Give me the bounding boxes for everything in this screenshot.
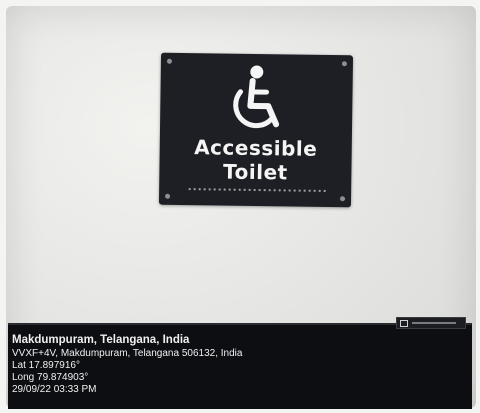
stamp-text-mark bbox=[412, 322, 456, 324]
geotag-latitude: Lat 17.897916° bbox=[12, 360, 80, 371]
gps-map-camera-icon bbox=[400, 319, 408, 327]
sign-text-line1: Accessible bbox=[194, 135, 318, 161]
geotag-longitude: Long 79.874903° bbox=[12, 372, 89, 383]
screw bbox=[340, 196, 346, 202]
braille-dots bbox=[187, 187, 328, 193]
geotag-overlay: Makdumpuram, Telangana, India VVXF+4V, M… bbox=[8, 317, 472, 409]
screw bbox=[165, 193, 171, 199]
geotag-place: Makdumpuram, Telangana, India bbox=[12, 334, 190, 346]
geotag-address: VVXF+4V, Makdumpuram, Telangana 506132, … bbox=[12, 348, 243, 359]
gps-map-camera-stamp bbox=[396, 317, 466, 329]
sign-text-line2: Toilet bbox=[222, 159, 288, 185]
accessible-toilet-sign: Accessible Toilet bbox=[158, 52, 354, 208]
screw bbox=[341, 61, 347, 67]
wheelchair-icon bbox=[233, 65, 280, 129]
screw bbox=[166, 58, 172, 64]
photo: Accessible Toilet Makdumpuram, Telangana… bbox=[0, 0, 480, 413]
geotag-datetime: 29/09/22 03:33 PM bbox=[12, 384, 97, 395]
